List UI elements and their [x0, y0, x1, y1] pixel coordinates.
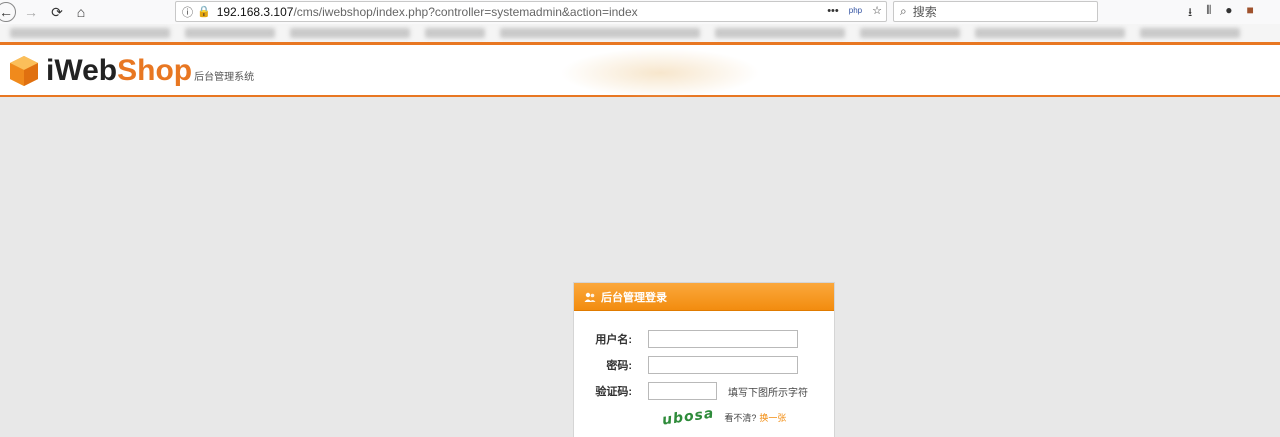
login-title: 后台管理登录 [601, 291, 667, 304]
username-row: 用户名: [574, 329, 836, 349]
download-icon[interactable]: ⭳ [1188, 3, 1192, 24]
username-input[interactable] [648, 330, 798, 348]
pocket-icon[interactable]: ● [1225, 3, 1232, 24]
captcha-hint: 填写下图所示字符 [728, 387, 808, 399]
site-header: iWeb Shop 后台管理系统 [0, 42, 1280, 98]
login-panel-header: 后台管理登录 [574, 283, 834, 311]
logo-subtitle: 后台管理系统 [194, 72, 255, 83]
url-host: 192.168.3.107 [216, 4, 294, 19]
unclear-text: 看不清? [724, 412, 757, 423]
captcha-image-row: ubosa 看不清? 换一张 [661, 405, 786, 428]
username-label: 用户名: [595, 334, 632, 346]
library-icon[interactable]: ⫴ [1206, 3, 1211, 24]
reload-icon[interactable]: ⟳ [46, 1, 68, 23]
change-captcha-link[interactable]: 换一张 [759, 411, 786, 424]
back-arrow-icon[interactable]: ← [0, 2, 16, 22]
password-row: 密码: [574, 355, 836, 375]
login-panel: 后台管理登录 用户名: 密码: 验证码: 填写下图所示字符 ubosa 看不清?… [573, 282, 835, 437]
forward-arrow-icon[interactable]: → [20, 1, 42, 23]
users-icon [584, 292, 596, 302]
captcha-row: 验证码: 填写下图所示字符 [574, 381, 836, 401]
search-bar[interactable]: ⌕ 搜索 [893, 1, 1098, 22]
page-actions-icon[interactable]: ••• [827, 5, 839, 17]
url-bar[interactable]: ⓘ 🔒 192.168.3.107/cms/iwebshop/index.php… [175, 1, 887, 22]
extension-icon[interactable]: ■ [1247, 3, 1254, 24]
cube-logo-icon [10, 56, 38, 86]
logo-text-iweb: iWeb [46, 54, 118, 87]
bookmark-star-icon[interactable]: ☆ [872, 4, 882, 17]
insecure-lock-icon[interactable]: 🔒 [197, 5, 211, 18]
captcha-input[interactable] [648, 382, 717, 400]
header-decoration [560, 48, 760, 98]
password-input[interactable] [648, 356, 798, 374]
captcha-image[interactable]: ubosa [661, 405, 715, 428]
logo-text-shop: Shop [117, 54, 193, 87]
php-badge-icon[interactable]: php [849, 6, 862, 15]
captcha-label: 验证码: [595, 386, 632, 398]
password-label: 密码: [606, 360, 632, 372]
url-path: /cms/iwebshop/index.php?controller=syste… [293, 4, 638, 19]
search-placeholder: 搜索 [912, 5, 937, 19]
search-icon: ⌕ [900, 4, 907, 18]
iwebshop-logo[interactable]: iWeb Shop 后台管理系统 [8, 55, 254, 87]
browser-toolbar: ← → ⟳ ⌂ ⓘ 🔒 192.168.3.107/cms/iwebshop/i… [0, 0, 1280, 24]
home-icon[interactable]: ⌂ [70, 1, 92, 23]
info-icon[interactable]: ⓘ [182, 4, 193, 20]
bookmarks-bar [0, 24, 1280, 42]
